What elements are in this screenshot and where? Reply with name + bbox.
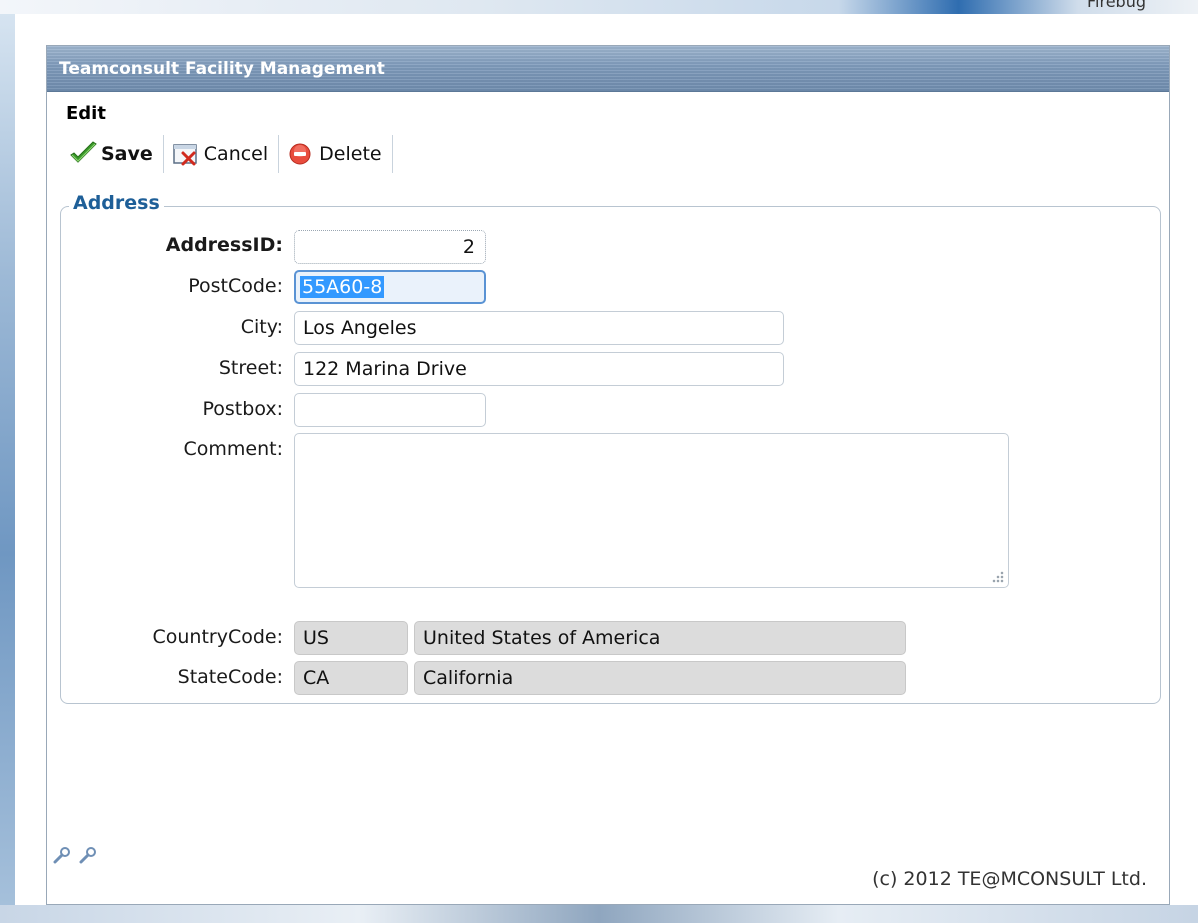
address-id-field: 2 (294, 230, 486, 264)
country-name-field: United States of America (414, 621, 906, 655)
postbox-label: Postbox: (202, 398, 284, 420)
tools-bar (53, 846, 97, 868)
address-legend: Address (69, 192, 164, 214)
comment-textarea[interactable] (294, 433, 1009, 588)
toolbar: Save Cancel Delete (65, 134, 397, 174)
toolbar-separator (278, 135, 280, 173)
cancel-button-label: Cancel (203, 143, 269, 165)
delete-icon (287, 141, 313, 167)
section-title: Edit (66, 103, 106, 124)
country-code-field: US (294, 621, 408, 655)
app-titlebar: Teamconsult Facility Management (47, 46, 1169, 92)
comment-label: Comment: (183, 438, 284, 460)
postcode-input[interactable]: 55A60-8 (294, 270, 486, 304)
window-top-strip: Firebug (0, 0, 1198, 14)
delete-button-label: Delete (319, 143, 382, 165)
cancel-icon (172, 141, 198, 167)
state-code-label: StateCode: (177, 666, 283, 688)
app-panel: Teamconsult Facility Management Edit Sav… (46, 45, 1170, 905)
delete-button[interactable]: Delete (283, 134, 391, 174)
postcode-label: PostCode: (188, 275, 283, 297)
state-name-field: California (414, 661, 906, 695)
toolbar-separator (391, 135, 393, 173)
city-input[interactable]: Los Angeles (294, 311, 784, 345)
corner-text: Firebug (1086, 0, 1146, 11)
postbox-input[interactable] (294, 393, 486, 427)
country-code-label: CountryCode: (152, 626, 283, 648)
wrench-icon[interactable] (79, 846, 97, 868)
copyright-footer: (c) 2012 TE@MCONSULT Ltd. (872, 868, 1147, 890)
wrench-icon[interactable] (53, 846, 71, 868)
checkmark-icon (69, 141, 97, 167)
street-label: Street: (218, 357, 283, 379)
window-edge (0, 0, 15, 923)
state-code-field: CA (294, 661, 408, 695)
toolbar-separator (162, 135, 164, 173)
save-button[interactable]: Save (65, 134, 163, 174)
street-input[interactable]: 122 Marina Drive (294, 352, 784, 386)
resize-grip[interactable] (990, 569, 1004, 583)
postcode-value: 55A60-8 (300, 276, 385, 298)
cancel-button[interactable]: Cancel (168, 134, 278, 174)
window-bottom-strip (0, 905, 1198, 923)
city-label: City: (240, 316, 283, 338)
address-id-label: AddressID: (165, 234, 283, 256)
save-button-label: Save (101, 143, 153, 165)
